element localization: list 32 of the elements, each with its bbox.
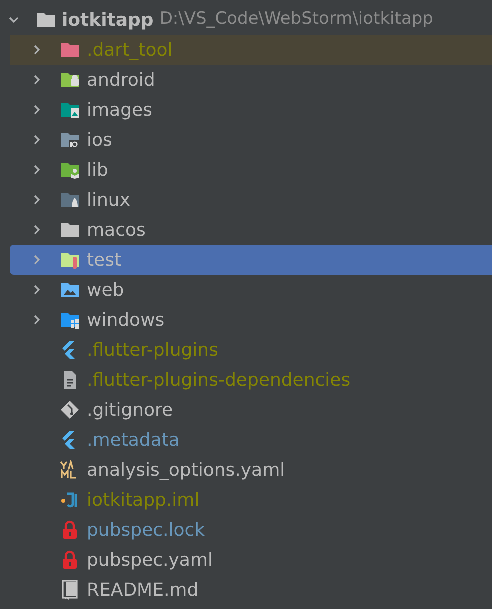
tree-item-label[interactable]: android bbox=[87, 66, 156, 94]
test-folder-icon bbox=[60, 251, 80, 269]
tree-item-label[interactable]: .metadata bbox=[87, 426, 180, 454]
lock-icon bbox=[60, 520, 80, 540]
lock-icon bbox=[60, 550, 80, 570]
linux-folder-icon bbox=[60, 191, 80, 209]
folder-icon bbox=[60, 41, 80, 59]
tree-item-label[interactable]: lib bbox=[87, 156, 108, 184]
book-icon bbox=[60, 580, 80, 600]
tree-item-label[interactable]: windows bbox=[87, 306, 165, 334]
source-folder-icon bbox=[60, 161, 80, 179]
web-folder-icon bbox=[60, 281, 80, 299]
tree-item-label[interactable]: README.md bbox=[87, 576, 199, 604]
image-folder-icon bbox=[60, 101, 80, 119]
android-folder-icon bbox=[60, 71, 80, 89]
tree-item-label[interactable]: pubspec.yaml bbox=[87, 546, 213, 574]
tree-item-label[interactable]: macos bbox=[87, 216, 146, 244]
project-path: D:\VS_Code\WebStorm\iotkitapp bbox=[160, 8, 434, 32]
project-name[interactable]: iotkitapp bbox=[62, 6, 154, 34]
folder-icon bbox=[60, 221, 80, 239]
tree-item-label[interactable]: analysis_options.yaml bbox=[87, 456, 286, 484]
tree-item-label[interactable]: .gitignore bbox=[87, 396, 174, 424]
tree-item-label[interactable]: images bbox=[87, 96, 152, 124]
windows-folder-icon bbox=[60, 311, 80, 329]
ios-folder-icon bbox=[60, 131, 80, 149]
module-file-icon bbox=[60, 490, 80, 510]
tree-item-label[interactable]: pubspec.lock bbox=[87, 516, 206, 544]
tree-item-label[interactable]: linux bbox=[87, 186, 130, 214]
git-icon bbox=[60, 400, 80, 420]
tree-item-label[interactable]: web bbox=[87, 276, 124, 304]
folder-icon bbox=[36, 11, 56, 29]
tree-item-label[interactable]: ios bbox=[87, 126, 112, 154]
